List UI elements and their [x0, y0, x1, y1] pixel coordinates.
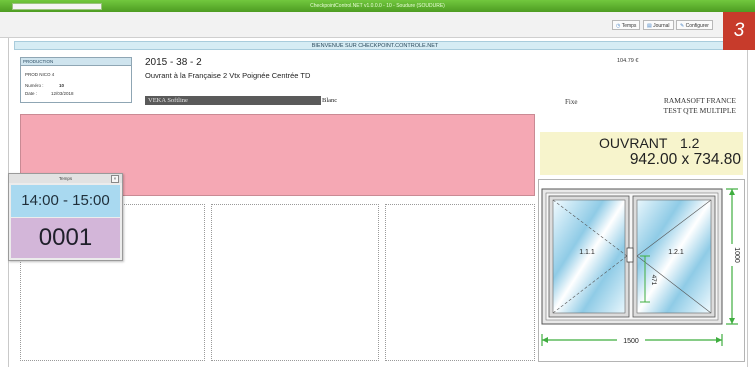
slot-panel-3 [385, 204, 535, 361]
temps-window[interactable]: Temps × 14:00 - 15:00 0001 [8, 173, 123, 261]
temps-button-label: Temps [621, 23, 637, 29]
company-name: RAMASOFT FRANCE [663, 96, 736, 105]
clock-icon: ◷ [616, 23, 621, 29]
welcome-banner: BIENVENUE SUR CHECKPOINT.CONTROLE.NET [14, 41, 736, 50]
configurer-button[interactable]: ✎ Configurer [676, 20, 713, 30]
order-number: 2015 - 38 - 2 [145, 57, 202, 68]
order-price: 104.79 € [617, 58, 639, 64]
document-icon: ▤ [647, 23, 652, 29]
left-sash-label: 1.1.1 [579, 249, 595, 256]
test-label: TEST QTE MULTIPLE [663, 106, 737, 115]
slot-panel-2 [211, 204, 379, 361]
numero-label: Numéro : [25, 83, 44, 88]
time-range: 14:00 - 15:00 [11, 185, 120, 217]
page-number: 3 [733, 20, 745, 41]
width-dimension: 1500 [623, 338, 639, 345]
ouvrant-label: OUVRANT [599, 135, 668, 151]
ouvrant-number: 1.2 [680, 135, 700, 151]
address-field[interactable] [12, 3, 102, 10]
window-drawing-panel: 1.1.1 1.2.1 471 1000 1500 [538, 179, 745, 362]
journal-button-label: Journal [653, 23, 670, 29]
profile-name: VEKA Softline [145, 96, 321, 105]
order-description: Ouvrant à la Française 2 Vtx Poignée Cen… [145, 71, 311, 80]
production-line-name: PROD NICO 4 [25, 72, 55, 77]
date-label: Date : [25, 91, 38, 96]
ouvrant-dimensions: 942.00 x 734.80 [629, 151, 741, 168]
temps-button[interactable]: ◷ Temps [612, 20, 641, 30]
profile-color: Blanc [322, 97, 338, 104]
title-bar: CheckpointControl.NET v1.0.0.0 - 10 - So… [0, 0, 755, 12]
wrench-icon: ✎ [680, 23, 685, 29]
handle-icon [626, 247, 634, 263]
window-drawing: 1.1.1 1.2.1 471 1000 1500 [541, 188, 740, 346]
journal-button[interactable]: ▤ Journal [643, 20, 674, 30]
window-title: CheckpointControl.NET v1.0.0.0 - 10 - So… [310, 3, 445, 9]
company-block: RAMASOFT FRANCE TEST QTE MULTIPLE [610, 96, 737, 116]
piece-counter: 0001 [11, 218, 120, 258]
close-icon[interactable]: × [111, 175, 119, 183]
production-title: PRODUCTION [21, 58, 131, 66]
page-number-badge: 3 [723, 12, 755, 50]
configurer-button-label: Configurer [685, 23, 709, 29]
toolbar [0, 12, 755, 38]
height-dimension: 1000 [733, 247, 740, 263]
right-sash-label: 1.2.1 [668, 249, 684, 256]
production-panel: PRODUCTION PROD NICO 4 Numéro : 10 Date … [20, 57, 132, 103]
temps-window-title: Temps [9, 174, 122, 183]
date-value: 12/03/2018 [51, 91, 74, 96]
handle-height-dimension: 471 [650, 275, 657, 286]
numero-value: 10 [59, 83, 65, 88]
frame-type: Fixe [565, 98, 578, 106]
